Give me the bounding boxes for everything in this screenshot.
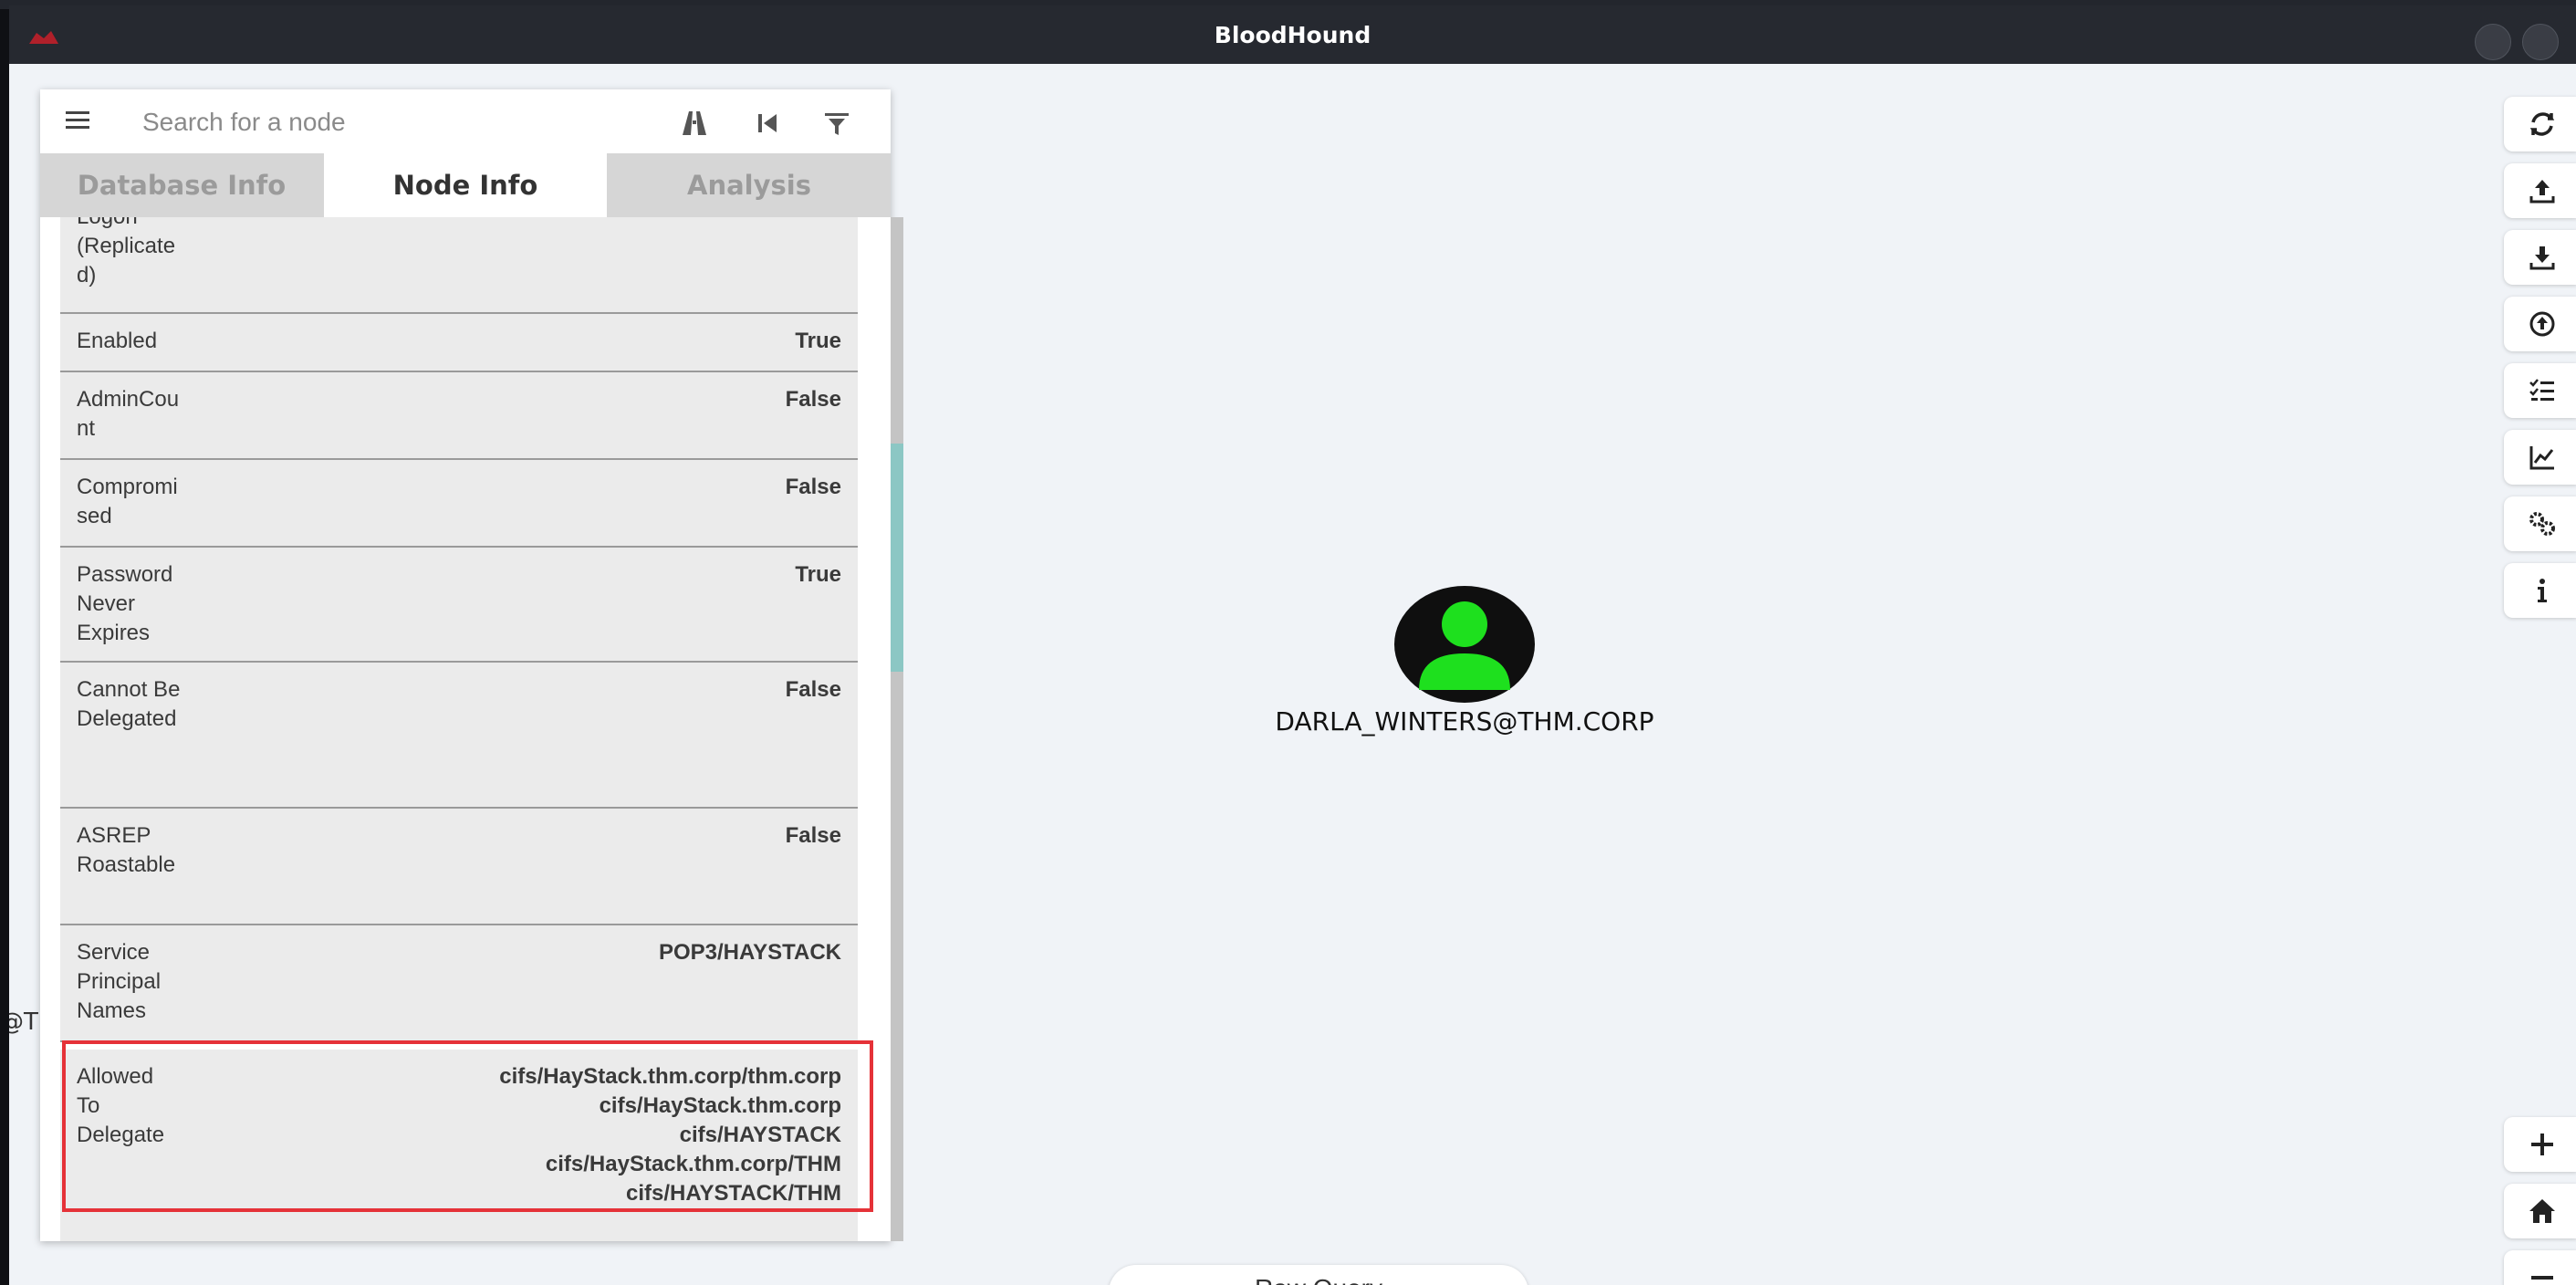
property-label: Logon (Replicated)	[77, 217, 176, 287]
minimize-button[interactable]	[2475, 24, 2511, 60]
property-value: False	[785, 387, 841, 412]
zoom-out-icon	[2531, 1276, 2553, 1280]
upload-button[interactable]	[2504, 163, 2576, 218]
title-bar: BloodHound	[9, 5, 2576, 64]
tab-database-info[interactable]: Database Info	[40, 153, 323, 217]
settings-icon	[2529, 512, 2555, 536]
property-label: Service Principal Names	[77, 940, 162, 1023]
property-row-asrep-roastable: ASREP Roastable False	[60, 809, 858, 925]
property-value: False	[785, 823, 841, 848]
window-title: BloodHound	[1214, 22, 1371, 48]
export-icon	[2529, 311, 2555, 337]
left-panel: Database Info Node Info Analysis Logon (…	[40, 89, 903, 1241]
panel-tabs: Database Info Node Info Analysis	[40, 153, 891, 217]
highlight-box	[62, 1040, 873, 1212]
property-label: Password Never Expires	[77, 562, 173, 645]
info-button[interactable]	[2504, 563, 2576, 618]
property-label: ASREP Roastable	[77, 823, 176, 877]
download-icon	[2529, 246, 2555, 270]
raw-query-button[interactable]: Raw Query	[1109, 1265, 1528, 1285]
query-list-button[interactable]	[2504, 363, 2576, 418]
refresh-icon	[2529, 112, 2555, 136]
home-button[interactable]	[2504, 1184, 2576, 1238]
zoom-in-button[interactable]	[2504, 1117, 2576, 1172]
node-label: DARLA_WINTERS@THM.CORP	[1275, 706, 1654, 737]
scrollbar-thumb[interactable]	[891, 444, 903, 672]
search-input[interactable]	[141, 100, 655, 144]
graph-canvas[interactable]: @T Database Info Node Info Analysis	[9, 64, 2576, 1285]
offscreen-node-label: @T	[9, 1008, 38, 1036]
filter-icon[interactable]	[821, 108, 852, 139]
property-label: Compromised	[77, 475, 178, 528]
info-icon	[2538, 579, 2547, 602]
refresh-button[interactable]	[2504, 97, 2576, 151]
user-node[interactable]	[1394, 586, 1535, 703]
scrollbar-track[interactable]	[891, 217, 903, 1241]
tab-analysis[interactable]: Analysis	[608, 153, 891, 217]
property-row-service-principal-names: Service Principal Names POP3/HAYSTACK	[60, 925, 858, 1042]
home-icon	[2529, 1199, 2555, 1223]
chart-button[interactable]	[2504, 430, 2576, 485]
property-label: Cannot Be Delegated	[77, 677, 181, 731]
property-value: False	[785, 475, 841, 499]
property-value: False	[785, 677, 841, 702]
property-value: True	[795, 329, 841, 353]
user-icon	[1419, 601, 1510, 690]
zoom-in-icon	[2531, 1134, 2553, 1155]
property-row-compromised: Compromised False	[60, 460, 858, 548]
app-window: BloodHound @T Database Info No	[9, 5, 2576, 1285]
export-button[interactable]	[2504, 297, 2576, 351]
close-button[interactable]	[2522, 24, 2559, 60]
menu-icon[interactable]	[66, 108, 93, 135]
upload-icon	[2529, 180, 2555, 204]
settings-button[interactable]	[2504, 496, 2576, 551]
chart-icon	[2529, 446, 2554, 470]
property-row-password-never-expires: Password Never Expires True	[60, 548, 858, 663]
tab-node-info[interactable]: Node Info	[324, 153, 607, 217]
zoom-out-button[interactable]	[2504, 1250, 2576, 1285]
property-label: Enabled	[77, 329, 158, 353]
property-label: AdminCount	[77, 387, 180, 441]
back-icon[interactable]	[752, 108, 783, 139]
query-list-icon	[2529, 379, 2554, 401]
property-row-admincount: AdminCount False	[60, 372, 858, 460]
property-row-enabled: Enabled True	[60, 314, 858, 372]
property-row-logon-replicated: Logon (Replicated)	[60, 217, 858, 314]
property-value: POP3/HAYSTACK	[658, 940, 841, 965]
property-row-cannot-be-delegated: Cannot Be Delegated False	[60, 663, 858, 809]
property-value: True	[795, 562, 841, 587]
pathfinding-icon[interactable]	[679, 108, 710, 139]
download-button[interactable]	[2504, 230, 2576, 285]
search-bar	[40, 89, 891, 153]
